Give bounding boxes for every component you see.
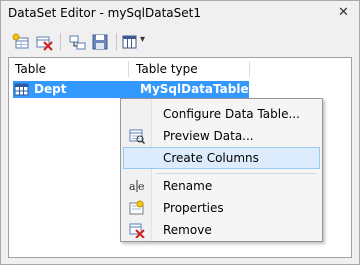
menu-item-label: Configure Data Table...	[163, 107, 300, 121]
menu-item-rename[interactable]: a e Rename	[123, 175, 320, 197]
chevron-down-icon: ▾	[140, 34, 146, 45]
menu-item-preview-data[interactable]: Preview Data...	[123, 125, 320, 147]
menu-item-remove[interactable]: Remove	[123, 219, 320, 241]
toolbar-separator	[60, 33, 61, 51]
delete-icon	[36, 36, 53, 51]
column-header-table-type[interactable]: Table type	[136, 62, 198, 76]
column-divider[interactable]	[128, 61, 129, 77]
toolbar: ▾	[8, 28, 350, 56]
toolbar-separator	[116, 33, 117, 51]
column-divider[interactable]	[249, 61, 250, 77]
menu-item-label: Rename	[163, 179, 213, 193]
menu-item-label: Preview Data...	[163, 129, 254, 143]
window-title: DataSet Editor - mySqlDataSet1	[8, 6, 201, 20]
menu-item-label: Properties	[163, 201, 224, 215]
grid-header: Table Table type	[9, 58, 351, 80]
preview-data-icon	[129, 129, 145, 144]
menu-item-create-columns[interactable]: Create Columns	[123, 147, 320, 169]
menu-item-label: Create Columns	[163, 151, 259, 165]
add-table-icon	[12, 33, 29, 49]
svg-text:a: a	[129, 180, 136, 193]
rename-icon: a e	[129, 180, 145, 193]
table-icon	[14, 83, 29, 96]
table-type-cell[interactable]: MySqlDataTable	[140, 82, 249, 96]
view-dropdown-button[interactable]: ▾	[121, 31, 149, 53]
title-bar: DataSet Editor - mySqlDataSet1 ✕	[1, 1, 359, 24]
menu-item-label: Remove	[163, 223, 212, 237]
close-button[interactable]: ✕	[337, 6, 350, 19]
columns-view-icon	[122, 35, 137, 49]
add-relation-button[interactable]	[66, 31, 88, 53]
relation-icon	[69, 35, 86, 50]
add-table-button[interactable]	[10, 31, 32, 53]
properties-icon	[129, 200, 144, 215]
menu-separator	[155, 173, 317, 174]
menu-item-configure-data-table[interactable]: Configure Data Table...	[123, 103, 320, 125]
remove-icon	[129, 223, 145, 238]
menu-item-properties[interactable]: Properties	[123, 197, 320, 219]
column-header-table[interactable]: Table	[15, 62, 46, 76]
context-menu: Configure Data Table... Preview Data... …	[120, 98, 323, 242]
save-icon	[92, 34, 108, 50]
delete-table-button[interactable]	[33, 31, 55, 53]
save-button[interactable]	[89, 31, 111, 53]
table-name-cell[interactable]: Dept	[34, 82, 66, 96]
table-row[interactable]: Dept MySqlDataTable	[13, 81, 249, 98]
dataset-editor-window: DataSet Editor - mySqlDataSet1 ✕ ▾ Table…	[0, 0, 360, 265]
svg-text:e: e	[138, 180, 145, 193]
